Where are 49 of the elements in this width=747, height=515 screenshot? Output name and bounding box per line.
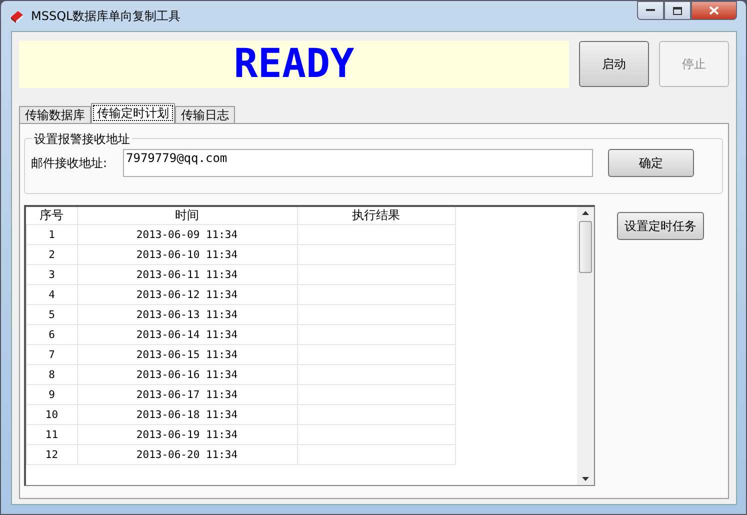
- group-title: 设置报警接收地址: [32, 131, 132, 148]
- status-display: READY: [19, 41, 569, 88]
- table-cell: 2: [26, 244, 77, 264]
- tab[interactable]: 传输日志: [175, 106, 235, 123]
- table-cell: 2013-06-13 11:34: [77, 304, 297, 324]
- column-header: 执行结果: [297, 207, 455, 224]
- table-cell: 3: [26, 264, 77, 284]
- table-cell: 9: [26, 384, 77, 404]
- confirm-button[interactable]: 确定: [608, 149, 694, 177]
- table-cell: 2013-06-19 11:34: [77, 424, 297, 444]
- table-cell: 2013-06-10 11:34: [77, 244, 297, 264]
- table-cell: 5: [26, 304, 77, 324]
- table-cell: 2013-06-11 11:34: [77, 264, 297, 284]
- minimize-icon: [646, 9, 655, 12]
- window-title: MSSQL数据库单向复制工具: [31, 8, 181, 24]
- table-cell: 10: [26, 404, 77, 424]
- table-cell: 11: [26, 424, 77, 444]
- table-cell: 2013-06-18 11:34: [77, 404, 297, 424]
- table-cell: 8: [26, 364, 77, 384]
- table-cell: 2013-06-15 11:34: [77, 344, 297, 364]
- table-cell: 6: [26, 324, 77, 344]
- scrollbar[interactable]: [577, 207, 594, 485]
- tab[interactable]: 传输定时计划: [91, 103, 175, 123]
- table-cell: 1: [26, 224, 77, 244]
- table-cell: 2013-06-20 11:34: [77, 444, 297, 464]
- table-cell: 2013-06-12 11:34: [77, 284, 297, 304]
- maximize-icon: [673, 6, 682, 14]
- scroll-down-icon[interactable]: [582, 477, 589, 481]
- email-field[interactable]: 7979779@qq.com: [123, 149, 593, 177]
- start-button[interactable]: 启动: [579, 41, 649, 87]
- minimize-button[interactable]: [637, 1, 664, 20]
- table-cell: 7: [26, 344, 77, 364]
- column-header: 时间: [77, 207, 297, 224]
- schedule-task-button[interactable]: 设置定时任务: [617, 212, 704, 240]
- scroll-thumb[interactable]: [579, 221, 592, 273]
- tab[interactable]: 传输数据库: [19, 106, 91, 123]
- field-label: 邮件接收地址:: [31, 154, 108, 172]
- column-header: 序号: [26, 207, 77, 224]
- maximize-button[interactable]: [664, 1, 691, 20]
- table-cell: 2013-06-14 11:34: [77, 324, 297, 344]
- table-cell: 2013-06-17 11:34: [77, 384, 297, 404]
- table-cell: 12: [26, 444, 77, 464]
- scroll-up-icon[interactable]: [582, 211, 589, 215]
- table-cell: 2013-06-09 11:34: [77, 224, 297, 244]
- close-button[interactable]: [691, 1, 737, 20]
- close-icon: [709, 6, 719, 15]
- table-cell: 4: [26, 284, 77, 304]
- app-icon: [9, 8, 25, 24]
- table-cell: 2013-06-16 11:34: [77, 364, 297, 384]
